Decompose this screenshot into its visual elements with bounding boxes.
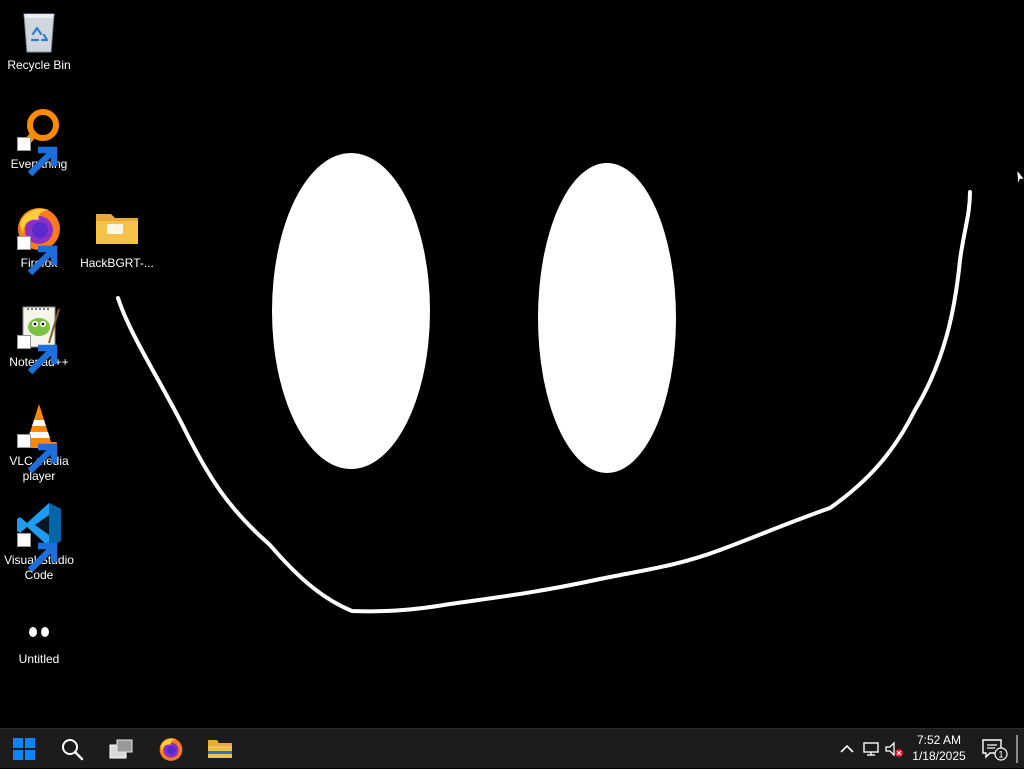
clock-time: 7:52 AM [916, 733, 962, 747]
chevron-up-icon[interactable] [837, 739, 857, 759]
taskbar-file-explorer-button[interactable] [196, 729, 244, 769]
start-button[interactable] [0, 729, 48, 769]
desktop-icon-hackbgrt-folder[interactable]: HackBGRT-... [78, 204, 156, 271]
shortcut-arrow-icon [17, 533, 58, 573]
notification-count: 1 [998, 750, 1003, 760]
task-view-icon [109, 739, 133, 759]
network-icon[interactable] [861, 739, 881, 759]
shortcut-arrow-icon [17, 335, 58, 375]
desktop-icon-notepad-plus-plus[interactable]: Notepad++ [0, 303, 78, 375]
mouse-cursor-icon [1017, 170, 1024, 185]
left-eye [272, 153, 430, 469]
show-desktop-button[interactable] [1016, 735, 1018, 763]
taskbar-clock[interactable]: 7:52 AM 1/18/2025 [902, 732, 976, 766]
desktop-icon-label: Untitled [18, 652, 60, 666]
start-icon [13, 738, 35, 760]
firefox-icon [159, 738, 183, 761]
desktop-icon-vscode[interactable]: Visual Studio Code [0, 501, 78, 583]
volume-muted-icon[interactable] [884, 739, 904, 759]
eyes-icon [29, 627, 49, 637]
shortcut-arrow-icon [17, 137, 58, 177]
desktop-icon-untitled[interactable]: Untitled [0, 600, 78, 667]
file-explorer-icon [208, 740, 232, 758]
desktop[interactable]: Recycle Bin Everything Firefox HackBGRT-… [0, 0, 1024, 728]
notification-icon: 1 [982, 739, 1008, 761]
task-view-button[interactable] [97, 729, 145, 769]
folder-icon [96, 214, 138, 244]
desktop-icon-recycle-bin[interactable]: Recycle Bin [0, 6, 78, 73]
desktop-icon-vlc[interactable]: VLC media player [0, 402, 78, 484]
desktop-icon-everything[interactable]: Everything [0, 105, 78, 177]
clock-date: 1/18/2025 [912, 749, 966, 763]
search-icon [62, 739, 84, 761]
search-button[interactable] [48, 729, 96, 769]
desktop-icon-firefox[interactable]: Firefox [0, 204, 78, 276]
recycle-bin-icon [23, 13, 55, 53]
notification-center-button[interactable]: 1 [978, 737, 1008, 761]
shortcut-arrow-icon [17, 236, 58, 276]
desktop-icon-label: Recycle Bin [7, 58, 71, 72]
right-eye [538, 163, 676, 473]
taskbar-firefox-button[interactable] [147, 729, 195, 769]
shortcut-arrow-icon [17, 434, 58, 474]
desktop-icon-label: HackBGRT-... [80, 256, 154, 270]
taskbar: 7:52 AM 1/18/2025 1 [0, 728, 1024, 768]
wallpaper-smiley [116, 153, 972, 614]
